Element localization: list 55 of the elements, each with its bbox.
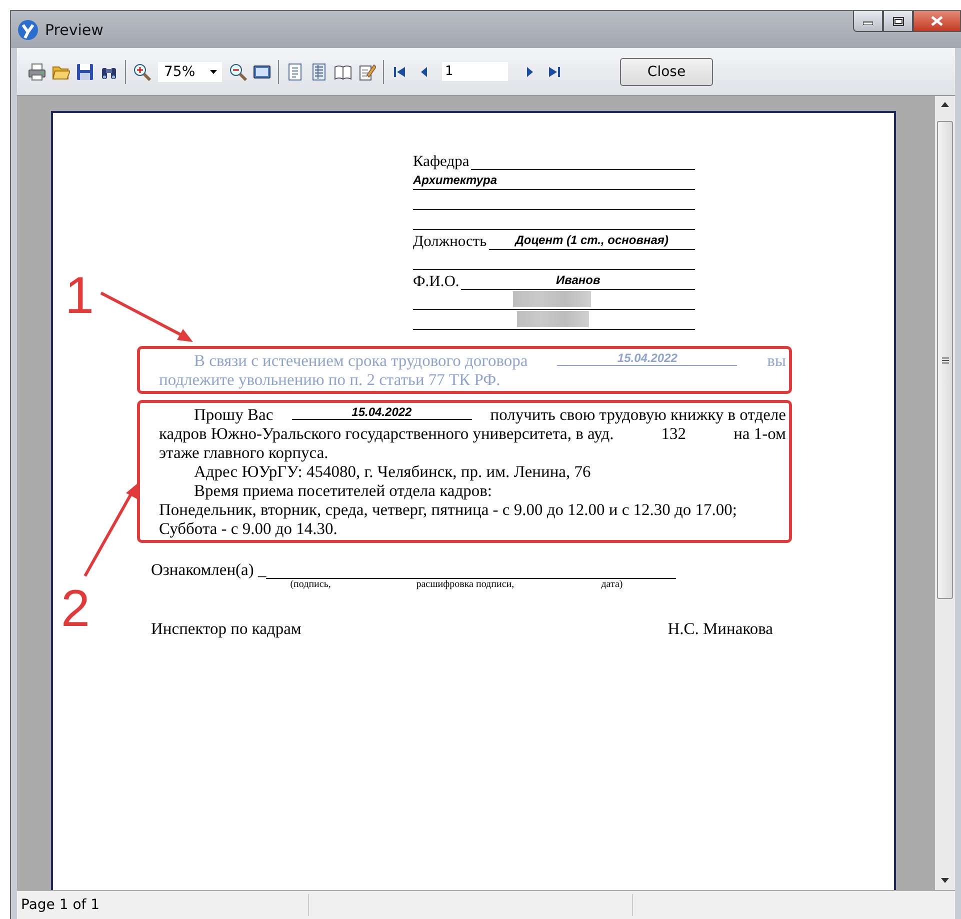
page-width-icon: [253, 62, 271, 80]
signature-caption: дата): [601, 579, 623, 591]
notice-text: Прошу Вас: [194, 405, 274, 424]
field-label: Ф.И.О.: [413, 273, 460, 290]
notice-text: В связи с истечением срока трудового договора: [194, 351, 528, 370]
maximize-button[interactable]: [883, 11, 913, 32]
date-field: 15.04.2022: [557, 351, 738, 366]
grip-icon: [942, 356, 948, 364]
zoom-in-icon: [133, 62, 151, 80]
caret-icon: [210, 70, 218, 74]
date-field: 15.04.2022: [292, 405, 472, 420]
scroll-up-icon: [941, 102, 949, 107]
status-text: Page 1 of 1: [20, 897, 101, 913]
notice-text: кадров Южно-Уральского государственного университета, в ауд.: [159, 424, 614, 443]
notice-text: на 1-ом: [734, 424, 786, 443]
page-number-field[interactable]: 1: [442, 62, 508, 81]
annotation-number: 1: [65, 270, 94, 322]
notice-text: подлежите увольнению по п. 2 статьи 77 ТК РФ.: [159, 370, 500, 389]
list-icon: [310, 62, 328, 80]
notice-text: Суббота - с 9.00 до 14.30.: [159, 519, 338, 538]
notice-text: получить свою трудовую книжку в отделе: [490, 405, 786, 424]
notice-text: вы: [767, 351, 786, 370]
scroll-thumb[interactable]: [937, 121, 953, 599]
minimize-button[interactable]: [853, 11, 883, 32]
window-title: Preview: [45, 20, 104, 38]
printer-icon: [28, 62, 46, 80]
signature-label: Ознакомлен(а) _: [151, 561, 266, 581]
room-number: 132: [660, 424, 688, 443]
field-label: Должность: [413, 233, 487, 250]
close-preview-button[interactable]: Close: [620, 58, 713, 86]
vertical-scrollbar[interactable]: [935, 96, 955, 890]
app-logo-icon: [17, 18, 39, 40]
notice-text: Понедельник, вторник, среда, четверг, пятница - с 9.00 до 12.00 и с 12.30 до 17.00;: [159, 500, 737, 519]
close-icon: [931, 16, 943, 26]
notice-text: Время приема посетителей отдела кадров:: [194, 481, 492, 500]
scroll-down-icon: [941, 878, 949, 883]
maximize-icon: [892, 16, 904, 26]
open-book-icon: [334, 62, 352, 80]
signature-caption: расшифровка подписи,: [416, 579, 516, 591]
edit-page-icon: [358, 62, 376, 80]
annotation-number: 2: [61, 583, 90, 635]
notice-text: Адрес ЮУрГУ: 454080, г. Челябинск, пр. им. Ленина, 76: [194, 462, 591, 481]
fill-in-line: Доцент (1 ст., основная): [488, 232, 695, 250]
signature-caption: (подпись,: [290, 579, 332, 591]
fill-in-line: Иванов: [461, 272, 695, 290]
inspector-name: Н.С. Минакова: [668, 619, 773, 639]
field-label: Кафедра: [413, 153, 470, 170]
zoom-out-icon: [229, 62, 247, 80]
fill-in-line: Архитектура: [413, 172, 695, 190]
zoom-dropdown[interactable]: 75%: [158, 62, 222, 82]
redacted-block: [517, 311, 589, 327]
close-button[interactable]: [913, 11, 961, 32]
outline-page-icon: [286, 62, 304, 80]
notice-text: этаже главного корпуса.: [159, 443, 328, 462]
inspector-title: Инспектор по кадрам: [151, 619, 302, 639]
